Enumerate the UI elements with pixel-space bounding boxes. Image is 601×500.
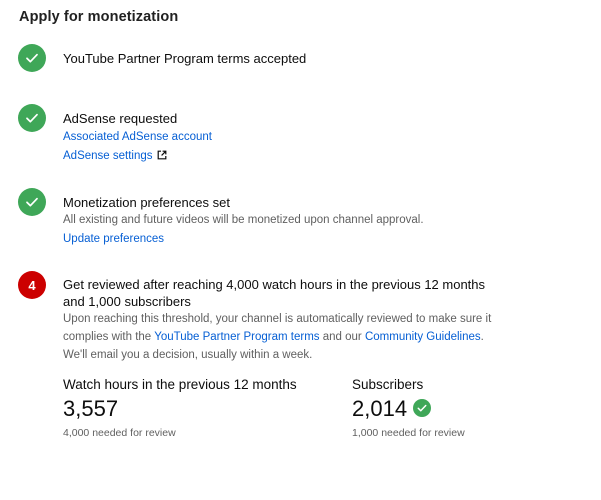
subscribers-label: Subscribers: [352, 377, 424, 392]
adsense-settings-label: AdSense settings: [63, 150, 153, 162]
page-title: Apply for monetization: [19, 9, 179, 25]
step-review-description: Upon reaching this threshold, your chann…: [63, 310, 503, 364]
watch-hours-value: 3,557: [63, 396, 119, 421]
update-preferences-link[interactable]: Update preferences: [63, 230, 164, 248]
step-terms-title: YouTube Partner Program terms accepted: [63, 51, 307, 66]
check-icon: [18, 188, 46, 216]
subscribers-value: 2,014: [352, 396, 408, 421]
step-adsense-body: AdSense requested Associated AdSense acc…: [63, 110, 533, 166]
check-icon: [18, 104, 46, 132]
watch-hours-note: 4,000 needed for review: [63, 427, 176, 439]
monetization-page: Apply for monetization YouTube Partner P…: [0, 0, 601, 500]
step-preferences-title: Monetization preferences set: [63, 195, 230, 210]
associated-adsense-account-link[interactable]: Associated AdSense account: [63, 128, 212, 146]
review-desc-text-2: and our: [319, 331, 365, 343]
partner-program-terms-link[interactable]: YouTube Partner Program terms: [154, 331, 319, 343]
adsense-settings-link[interactable]: AdSense settings: [63, 147, 167, 166]
watch-hours-stat: Watch hours in the previous 12 months 3,…: [63, 376, 297, 440]
step-terms-body: YouTube Partner Program terms accepted: [63, 50, 533, 67]
step-preferences-description: All existing and future videos will be m…: [63, 214, 424, 226]
check-icon: [18, 44, 46, 72]
subscribers-note: 1,000 needed for review: [352, 427, 465, 439]
step-preferences-body: Monetization preferences set All existin…: [63, 194, 533, 248]
external-link-icon: [157, 148, 167, 166]
step-review-title: Get reviewed after reaching 4,000 watch …: [63, 277, 486, 309]
watch-hours-label: Watch hours in the previous 12 months: [63, 377, 297, 392]
step-review-body: Get reviewed after reaching 4,000 watch …: [63, 276, 503, 364]
community-guidelines-link[interactable]: Community Guidelines: [365, 331, 481, 343]
subscribers-stat: Subscribers 2,014 1,000 needed for revie…: [352, 376, 465, 440]
step-adsense-title: AdSense requested: [63, 111, 178, 126]
step-number-badge: 4: [18, 271, 46, 299]
check-icon: [413, 399, 432, 417]
